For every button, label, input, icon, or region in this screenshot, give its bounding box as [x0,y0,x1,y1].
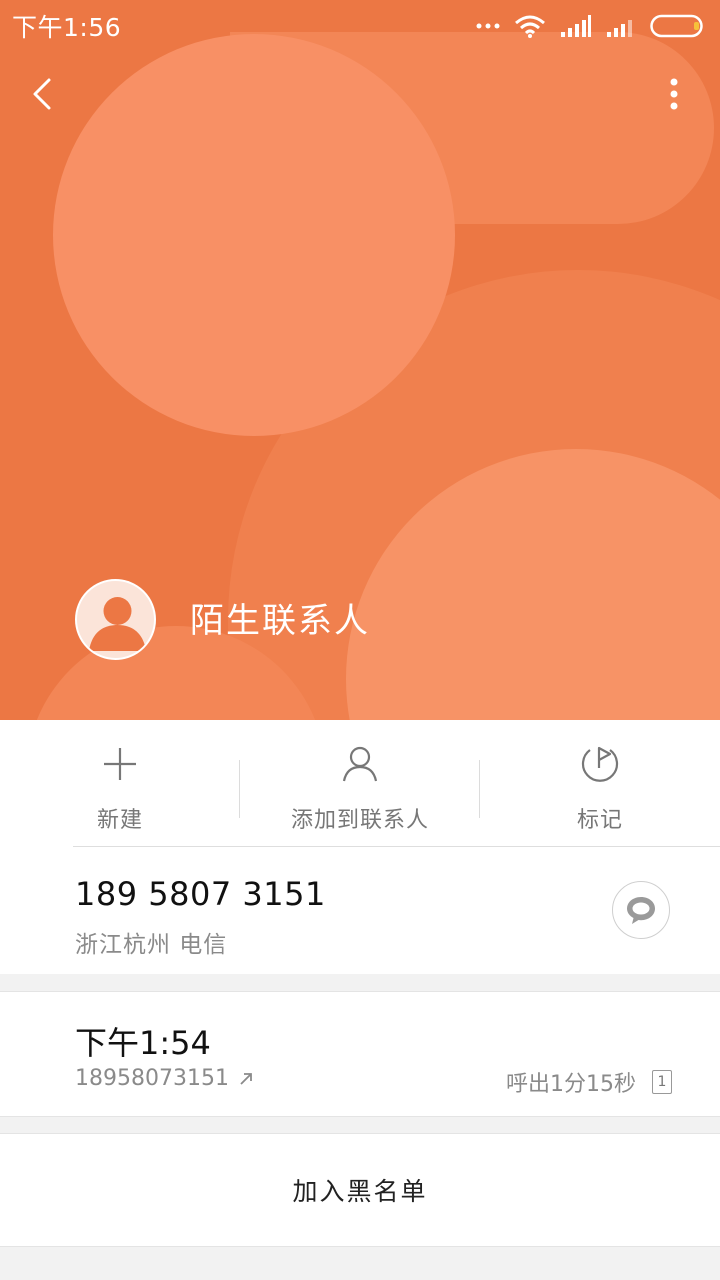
status-bar: 下午1:56 [0,0,720,52]
add-to-contacts-label: 添加到联系人 [290,808,429,833]
contact-name: 陌生联系人 [190,601,370,641]
call-meta: 呼出1分15秒 1 [506,1066,672,1098]
outgoing-arrow-icon [240,1072,252,1085]
more-options-button[interactable] [652,72,696,116]
add-to-blacklist-label: 加入黑名单 [292,1177,428,1206]
new-contact-label: 新建 [96,808,143,833]
add-to-contacts-button[interactable]: 添加到联系人 [240,720,480,846]
flag-icon [581,746,619,782]
add-to-blacklist-button[interactable]: 加入黑名单 [0,1133,720,1247]
decor-top-circle [53,34,455,436]
header-background: 下午1:56 陌生联系人 [0,0,720,720]
call-time: 下午1:54 [75,1024,211,1062]
message-bubble-icon [627,897,655,924]
signal-icon [561,15,591,37]
call-log-item[interactable]: 下午1:54 18958073151 呼出1分15秒 1 [0,991,720,1117]
plus-icon [104,748,136,780]
sim-card-icon: 1 [652,1070,672,1094]
action-bar: 新建 添加到联系人 标记 [0,720,720,846]
contact-actions-panel: 新建 添加到联系人 标记 189 5807 3151 浙江杭州 电信 [0,720,720,974]
vertical-dots-icon [670,78,678,110]
avatar [75,579,156,660]
call-detail: 呼出1分15秒 [506,1072,636,1097]
status-icons [476,14,706,38]
chevron-left-icon [33,78,51,110]
status-time: 下午1:56 [12,13,122,42]
send-message-button[interactable] [612,881,670,939]
battery-icon [650,14,703,38]
phone-location: 浙江杭州 电信 [75,932,228,958]
more-dots-icon [476,23,500,29]
phone-number-row[interactable]: 189 5807 3151 浙江杭州 电信 [0,847,720,974]
signal-icon-2 [607,20,632,37]
mark-label: 标记 [576,808,623,833]
new-contact-button[interactable]: 新建 [0,720,240,846]
contact-detail-screen: 下午1:56 陌生联系人 新建 添加到联系人 标记 189 5807 3151 … [0,0,720,1280]
person-icon [342,746,378,782]
phone-number: 189 5807 3151 [75,875,326,913]
wifi-icon [515,15,545,38]
call-number: 18958073151 [75,1066,229,1091]
back-button[interactable] [22,72,62,116]
call-number-line: 18958073151 [75,1066,253,1091]
mark-button[interactable]: 标记 [480,720,720,846]
